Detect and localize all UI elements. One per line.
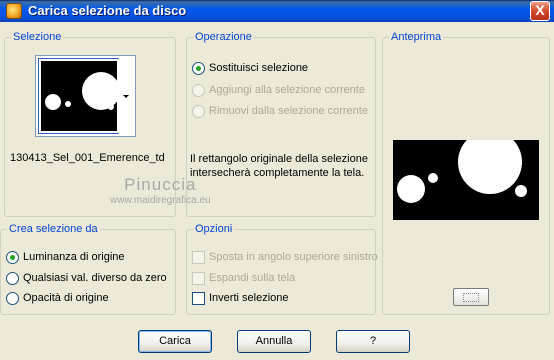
checkbox[interactable] — [192, 291, 205, 305]
title-bar: Carica selezione da disco X — [0, 0, 554, 22]
radio-label: Sostituisci selezione — [209, 62, 309, 74]
radio-aggiungi[interactable]: Aggiungi alla selezione corrente — [192, 82, 365, 98]
checkbox-label: Inverti selezione — [209, 292, 289, 304]
window-title: Carica selezione da disco — [28, 3, 187, 18]
checkbox-label: Sposta in angolo superiore sinistro — [209, 251, 378, 263]
watermark: Pinuccia www.maidiregrafica.eu — [110, 175, 211, 206]
watermark-url: www.maidiregrafica.eu — [110, 194, 211, 206]
radio-rimuovi[interactable]: Rimuovi dalla selezione corrente — [192, 103, 368, 119]
selection-filename: 130413_Sel_001_Emerence_td — [10, 152, 165, 164]
radio-button[interactable] — [192, 104, 205, 118]
radio-button[interactable] — [6, 291, 19, 305]
radio-opacita[interactable]: Opacità di origine — [6, 290, 109, 306]
chevron-down-icon[interactable] — [119, 58, 133, 134]
checkbox-espandi[interactable]: Espandi sulla tela — [192, 270, 295, 286]
operazione-legend: Operazione — [193, 31, 254, 43]
selection-thumbnail — [38, 58, 120, 134]
close-button[interactable]: X — [530, 1, 550, 21]
watermark-name: Pinuccia — [124, 175, 197, 194]
preview-shape — [397, 130, 527, 203]
radio-button-checked[interactable] — [192, 61, 205, 75]
operazione-info: Il rettangolo originale della selezione … — [190, 153, 368, 179]
checkbox-label: Espandi sulla tela — [209, 272, 296, 284]
checkbox-inverti[interactable]: Inverti selezione — [192, 290, 289, 306]
checkbox[interactable] — [192, 271, 205, 285]
radio-qualsiasi[interactable]: Qualsiasi val. diverso da zero — [6, 270, 167, 286]
radio-label: Luminanza di origine — [23, 251, 125, 263]
app-icon — [6, 3, 22, 19]
radio-label: Aggiungi alla selezione corrente — [209, 84, 365, 96]
radio-sostituisci[interactable]: Sostituisci selezione — [192, 60, 308, 76]
radio-button-checked[interactable] — [6, 250, 19, 264]
radio-button[interactable] — [192, 83, 205, 97]
preview-zoom-button[interactable] — [453, 288, 489, 306]
preview-image — [393, 130, 539, 220]
radio-label: Opacità di origine — [23, 292, 109, 304]
radio-luminanza[interactable]: Luminanza di origine — [6, 249, 125, 265]
selezione-legend: Selezione — [11, 31, 64, 43]
help-button[interactable]: ? — [336, 330, 410, 353]
anteprima-legend: Anteprima — [389, 31, 444, 43]
opzioni-legend: Opzioni — [193, 223, 235, 235]
selection-thumbnail-shape — [45, 72, 120, 110]
crea-legend: Crea selezione da — [7, 223, 100, 235]
radio-label: Rimuovi dalla selezione corrente — [209, 105, 368, 117]
radio-label: Qualsiasi val. diverso da zero — [23, 272, 167, 284]
carica-button[interactable]: Carica — [138, 330, 212, 353]
checkbox[interactable] — [192, 250, 205, 264]
checkbox-sposta[interactable]: Sposta in angolo superiore sinistro — [192, 249, 378, 265]
radio-button[interactable] — [6, 271, 19, 285]
annulla-button[interactable]: Annulla — [237, 330, 311, 353]
selection-picker[interactable] — [35, 55, 136, 137]
